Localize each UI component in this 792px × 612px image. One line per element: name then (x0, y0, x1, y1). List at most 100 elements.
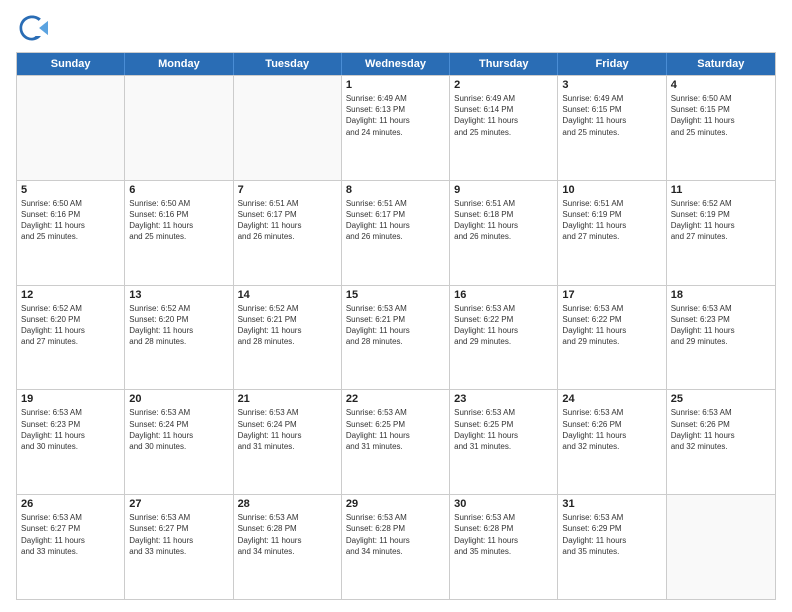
day-number: 9 (454, 184, 553, 196)
calendar-cell: 6 Sunrise: 6:50 AM Sunset: 6:16 PM Daylig… (125, 181, 233, 285)
weekday-header: Tuesday (234, 53, 342, 75)
calendar-cell: 5 Sunrise: 6:50 AM Sunset: 6:16 PM Daylig… (17, 181, 125, 285)
calendar-cell: 9Sunrise: 6:51 AM Sunset: 6:18 PM Daylig… (450, 181, 558, 285)
day-number: 11 (671, 184, 771, 196)
day-number: 20 (129, 393, 228, 405)
calendar-cell: 24 Sunrise: 6:53 AM Sunset: 6:26 PM Dayli… (558, 390, 666, 494)
page: SundayMondayTuesdayWednesdayThursdayFrid… (0, 0, 792, 612)
calendar-cell: 23 Sunrise: 6:53 AM Sunset: 6:25 PM Dayli… (450, 390, 558, 494)
calendar-cell: 7Sunrise: 6:51 AM Sunset: 6:17 PM Daylig… (234, 181, 342, 285)
calendar-cell: 31 Sunrise: 6:53 AM Sunset: 6:29 PM Dayli… (558, 495, 666, 599)
day-number: 22 (346, 393, 445, 405)
day-number: 5 (21, 184, 120, 196)
calendar-cell: 17Sunrise: 6:53 AM Sunset: 6:22 PM Dayli… (558, 286, 666, 390)
cell-info: Sunrise: 6:52 AM Sunset: 6:20 PM Dayligh… (129, 303, 228, 348)
weekday-header: Sunday (17, 53, 125, 75)
cell-info: Sunrise: 6:53 AM Sunset: 6:27 PM Dayligh… (21, 512, 120, 557)
cell-info: Sunrise: 6:53 AM Sunset: 6:22 PM Dayligh… (454, 303, 553, 348)
calendar-cell: 8 Sunrise: 6:51 AM Sunset: 6:17 PM Daylig… (342, 181, 450, 285)
calendar-cell: 10 Sunrise: 6:51 AM Sunset: 6:19 PM Dayli… (558, 181, 666, 285)
cell-info: Sunrise: 6:53 AM Sunset: 6:28 PM Dayligh… (238, 512, 337, 557)
cell-info: Sunrise: 6:53 AM Sunset: 6:25 PM Dayligh… (454, 407, 553, 452)
cell-info: Sunrise: 6:53 AM Sunset: 6:22 PM Dayligh… (562, 303, 661, 348)
day-number: 8 (346, 184, 445, 196)
cell-info: Sunrise: 6:52 AM Sunset: 6:21 PM Dayligh… (238, 303, 337, 348)
day-number: 28 (238, 498, 337, 510)
day-number: 25 (671, 393, 771, 405)
calendar-row: 1 Sunrise: 6:49 AM Sunset: 6:13 PM Daylig… (17, 75, 775, 180)
day-number: 2 (454, 79, 553, 91)
day-number: 31 (562, 498, 661, 510)
day-number: 18 (671, 289, 771, 301)
cell-info: Sunrise: 6:53 AM Sunset: 6:26 PM Dayligh… (562, 407, 661, 452)
calendar-cell: 13Sunrise: 6:52 AM Sunset: 6:20 PM Dayli… (125, 286, 233, 390)
logo-icon (16, 12, 48, 44)
day-number: 7 (238, 184, 337, 196)
day-number: 24 (562, 393, 661, 405)
cell-info: Sunrise: 6:53 AM Sunset: 6:23 PM Dayligh… (671, 303, 771, 348)
day-number: 16 (454, 289, 553, 301)
day-number: 21 (238, 393, 337, 405)
weekday-header: Thursday (450, 53, 558, 75)
calendar-cell: 15 Sunrise: 6:53 AM Sunset: 6:21 PM Dayli… (342, 286, 450, 390)
weekday-header: Monday (125, 53, 233, 75)
calendar-cell (125, 76, 233, 180)
day-number: 3 (562, 79, 661, 91)
day-number: 10 (562, 184, 661, 196)
calendar-cell: 30 Sunrise: 6:53 AM Sunset: 6:28 PM Dayli… (450, 495, 558, 599)
calendar: SundayMondayTuesdayWednesdayThursdayFrid… (16, 52, 776, 600)
calendar-cell (234, 76, 342, 180)
calendar-cell: 19Sunrise: 6:53 AM Sunset: 6:23 PM Dayli… (17, 390, 125, 494)
cell-info: Sunrise: 6:53 AM Sunset: 6:28 PM Dayligh… (454, 512, 553, 557)
day-number: 6 (129, 184, 228, 196)
weekday-header: Wednesday (342, 53, 450, 75)
weekday-header: Friday (558, 53, 666, 75)
calendar-cell: 3 Sunrise: 6:49 AM Sunset: 6:15 PM Daylig… (558, 76, 666, 180)
calendar-row: 12 Sunrise: 6:52 AM Sunset: 6:20 PM Dayli… (17, 285, 775, 390)
day-number: 12 (21, 289, 120, 301)
day-number: 1 (346, 79, 445, 91)
day-number: 23 (454, 393, 553, 405)
calendar-cell: 12 Sunrise: 6:52 AM Sunset: 6:20 PM Dayli… (17, 286, 125, 390)
calendar-cell: 28 Sunrise: 6:53 AM Sunset: 6:28 PM Dayli… (234, 495, 342, 599)
calendar-cell: 26 Sunrise: 6:53 AM Sunset: 6:27 PM Dayli… (17, 495, 125, 599)
calendar-cell: 18 Sunrise: 6:53 AM Sunset: 6:23 PM Dayli… (667, 286, 775, 390)
calendar-row: 19Sunrise: 6:53 AM Sunset: 6:23 PM Dayli… (17, 389, 775, 494)
header (16, 12, 776, 44)
cell-info: Sunrise: 6:52 AM Sunset: 6:20 PM Dayligh… (21, 303, 120, 348)
day-number: 26 (21, 498, 120, 510)
cell-info: Sunrise: 6:52 AM Sunset: 6:19 PM Dayligh… (671, 198, 771, 243)
calendar-cell: 4Sunrise: 6:50 AM Sunset: 6:15 PM Daylig… (667, 76, 775, 180)
calendar-cell: 29Sunrise: 6:53 AM Sunset: 6:28 PM Dayli… (342, 495, 450, 599)
cell-info: Sunrise: 6:50 AM Sunset: 6:15 PM Dayligh… (671, 93, 771, 138)
day-number: 30 (454, 498, 553, 510)
calendar-cell: 27 Sunrise: 6:53 AM Sunset: 6:27 PM Dayli… (125, 495, 233, 599)
cell-info: Sunrise: 6:49 AM Sunset: 6:14 PM Dayligh… (454, 93, 553, 138)
day-number: 27 (129, 498, 228, 510)
cell-info: Sunrise: 6:53 AM Sunset: 6:24 PM Dayligh… (129, 407, 228, 452)
calendar-cell: 1 Sunrise: 6:49 AM Sunset: 6:13 PM Daylig… (342, 76, 450, 180)
calendar-cell: 11 Sunrise: 6:52 AM Sunset: 6:19 PM Dayli… (667, 181, 775, 285)
calendar-body: 1 Sunrise: 6:49 AM Sunset: 6:13 PM Daylig… (17, 75, 775, 599)
cell-info: Sunrise: 6:51 AM Sunset: 6:17 PM Dayligh… (346, 198, 445, 243)
calendar-cell: 16 Sunrise: 6:53 AM Sunset: 6:22 PM Dayli… (450, 286, 558, 390)
day-number: 14 (238, 289, 337, 301)
calendar-cell: 2 Sunrise: 6:49 AM Sunset: 6:14 PM Daylig… (450, 76, 558, 180)
day-number: 15 (346, 289, 445, 301)
calendar-cell: 25Sunrise: 6:53 AM Sunset: 6:26 PM Dayli… (667, 390, 775, 494)
cell-info: Sunrise: 6:49 AM Sunset: 6:15 PM Dayligh… (562, 93, 661, 138)
cell-info: Sunrise: 6:53 AM Sunset: 6:27 PM Dayligh… (129, 512, 228, 557)
cell-info: Sunrise: 6:51 AM Sunset: 6:19 PM Dayligh… (562, 198, 661, 243)
day-number: 19 (21, 393, 120, 405)
weekday-header: Saturday (667, 53, 775, 75)
calendar-row: 5 Sunrise: 6:50 AM Sunset: 6:16 PM Daylig… (17, 180, 775, 285)
day-number: 29 (346, 498, 445, 510)
cell-info: Sunrise: 6:49 AM Sunset: 6:13 PM Dayligh… (346, 93, 445, 138)
cell-info: Sunrise: 6:50 AM Sunset: 6:16 PM Dayligh… (21, 198, 120, 243)
calendar-row: 26 Sunrise: 6:53 AM Sunset: 6:27 PM Dayli… (17, 494, 775, 599)
cell-info: Sunrise: 6:53 AM Sunset: 6:29 PM Dayligh… (562, 512, 661, 557)
cell-info: Sunrise: 6:50 AM Sunset: 6:16 PM Dayligh… (129, 198, 228, 243)
cell-info: Sunrise: 6:53 AM Sunset: 6:25 PM Dayligh… (346, 407, 445, 452)
cell-info: Sunrise: 6:53 AM Sunset: 6:21 PM Dayligh… (346, 303, 445, 348)
calendar-cell: 20 Sunrise: 6:53 AM Sunset: 6:24 PM Dayli… (125, 390, 233, 494)
